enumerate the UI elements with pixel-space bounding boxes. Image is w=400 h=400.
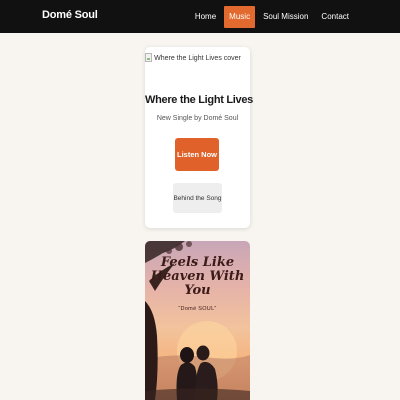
brand-logo[interactable]: Domé Soul (42, 9, 98, 21)
single-cover-image: Where the Light Lives cover (145, 52, 250, 64)
listen-now-button[interactable]: Listen Now (175, 138, 219, 171)
nav-item-contact[interactable]: Contact (316, 6, 354, 28)
album-artwork: Feels Like Heaven With You “Domé SOUL” (145, 241, 250, 400)
broken-image-icon (145, 53, 152, 62)
nav-item-soul-mission[interactable]: Soul Mission (258, 6, 313, 28)
artwork-title-line-2: Heaven With You (150, 269, 245, 298)
single-release-card: Where the Light Lives cover Where the Li… (145, 47, 253, 228)
single-title: Where the Light Lives (145, 94, 253, 106)
top-navbar: Domé Soul Home Music Soul Mission Contac… (0, 0, 400, 33)
main-nav: Home Music Soul Mission Contact (187, 0, 354, 33)
behind-the-song-button[interactable]: Behind the Song (173, 183, 222, 213)
artwork-title: Feels Like Heaven With You (145, 256, 250, 298)
artwork-title-line-1: Feels Like (160, 255, 235, 270)
single-subtitle: New Single by Domé Soul (156, 115, 239, 122)
cover-alt-text: Where the Light Lives cover (154, 54, 241, 62)
nav-item-home[interactable]: Home (190, 6, 221, 28)
artwork-artist: “Domé SOUL” (178, 306, 217, 312)
nav-item-music[interactable]: Music (224, 5, 256, 28)
